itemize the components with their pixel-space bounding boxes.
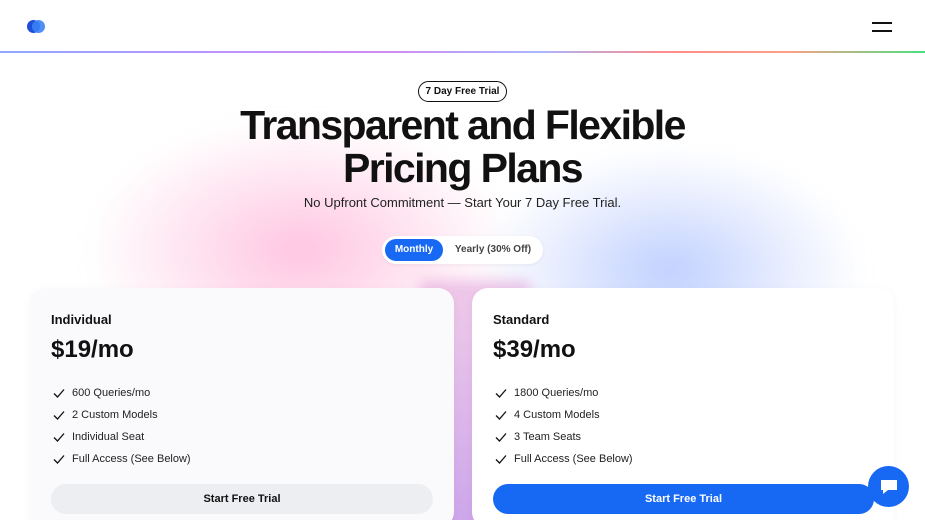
page-title-line-2: Pricing Plans (343, 145, 584, 191)
feature-item: Full Access (See Below) (51, 452, 191, 474)
chat-bubble-icon (881, 480, 897, 494)
chat-launcher-button[interactable] (868, 466, 909, 507)
plan-card-standard: Standard $39/mo 1800 Queries/mo 4 Custom… (472, 288, 894, 520)
free-trial-badge: 7 Day Free Trial (418, 81, 507, 102)
plan-name: Standard (493, 312, 550, 327)
feature-item: Individual Seat (51, 430, 191, 452)
page-title: Transparent and Flexible Pricing Plans (180, 104, 745, 190)
feature-label: 4 Custom Models (514, 409, 600, 421)
header-gradient-divider (0, 51, 925, 53)
yearly-toggle-button[interactable]: Yearly (30% Off) (446, 239, 540, 261)
feature-item: 3 Team Seats (493, 430, 633, 452)
check-icon (53, 411, 65, 420)
plan-price: $19/mo (51, 336, 134, 363)
site-header (0, 0, 925, 52)
feature-label: 600 Queries/mo (72, 387, 151, 399)
check-icon (495, 455, 507, 464)
page-subtitle: No Upfront Commitment — Start Your 7 Day… (303, 195, 622, 210)
monthly-toggle-button[interactable]: Monthly (385, 239, 443, 261)
plan-card-individual: Individual $19/mo 600 Queries/mo 2 Custo… (30, 288, 454, 520)
check-icon (495, 411, 507, 420)
feature-item: 2 Custom Models (51, 408, 191, 430)
plan-price: $39/mo (493, 336, 576, 363)
feature-label: 3 Team Seats (514, 431, 582, 443)
feature-item: 600 Queries/mo (51, 386, 191, 408)
check-icon (495, 433, 507, 442)
billing-period-toggle: Monthly Yearly (30% Off) (382, 236, 543, 264)
standard-start-trial-button[interactable]: Start Free Trial (493, 484, 874, 514)
feature-label: Full Access (See Below) (514, 453, 633, 465)
plan-name: Individual (51, 312, 112, 327)
check-icon (53, 433, 65, 442)
feature-item: 1800 Queries/mo (493, 386, 633, 408)
feature-label: 1800 Queries/mo (514, 387, 599, 399)
individual-start-trial-button[interactable]: Start Free Trial (51, 484, 433, 514)
feature-label: Individual Seat (72, 431, 145, 443)
check-icon (495, 389, 507, 398)
feature-label: 2 Custom Models (72, 409, 158, 421)
feature-item: 4 Custom Models (493, 408, 633, 430)
plan-features-list: 1800 Queries/mo 4 Custom Models 3 Team S… (493, 386, 633, 474)
check-icon (53, 455, 65, 464)
feature-item: Full Access (See Below) (493, 452, 633, 474)
page-title-line-1: Transparent and Flexible (240, 102, 686, 148)
plan-features-list: 600 Queries/mo 2 Custom Models Individua… (51, 386, 191, 474)
hamburger-menu-icon[interactable] (872, 20, 894, 34)
feature-label: Full Access (See Below) (72, 453, 191, 465)
logo-icon[interactable] (27, 20, 47, 34)
check-icon (53, 389, 65, 398)
